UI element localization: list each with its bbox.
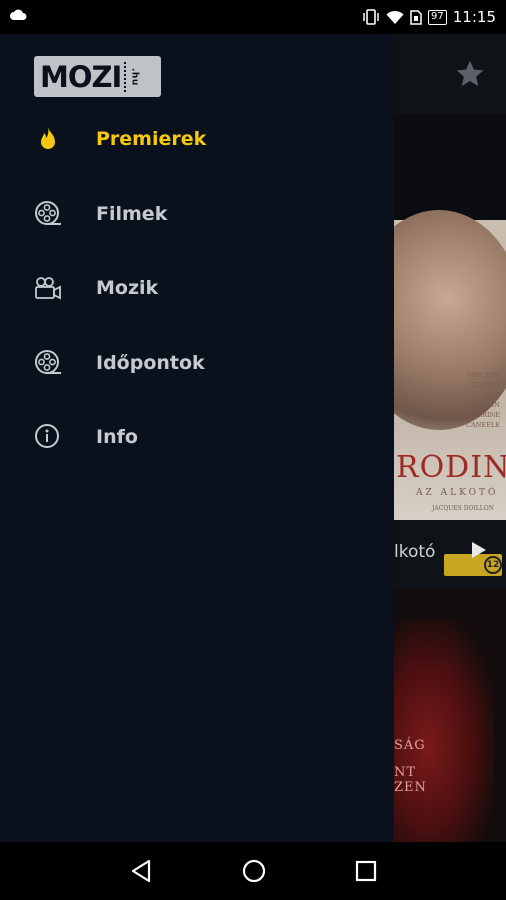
movie-title-bar[interactable]: lkotó 12 — [394, 520, 506, 590]
system-navigation-bar — [0, 842, 506, 900]
poster-title: RODIN — [396, 450, 506, 485]
menu-item-mozik[interactable]: Mozik — [0, 251, 394, 326]
status-bar: 97 11:15 — [0, 0, 506, 34]
menu-item-idopontok[interactable]: Időpontok — [0, 326, 394, 401]
poster-director: JACQUES DOILLON — [432, 505, 494, 512]
movie-poster-2[interactable]: SÁG NT ZEN — [394, 590, 506, 842]
poster2-text-1: SÁG — [394, 738, 426, 753]
play-icon[interactable] — [468, 540, 488, 560]
app-bar — [394, 34, 506, 114]
age-rating-badge: 12 — [484, 556, 502, 574]
poster2-text-2: NT ZEN — [394, 765, 427, 795]
menu-item-label: Időpontok — [96, 351, 205, 374]
star-icon[interactable] — [454, 58, 486, 90]
vibrate-icon — [363, 9, 379, 25]
cloud-icon — [10, 9, 27, 20]
home-icon[interactable] — [240, 857, 268, 885]
logo-suffix: .hu — [129, 67, 140, 86]
film-reel-icon — [34, 200, 62, 228]
background-content: VINCENT LINDON IZIA HIGELIN SÉVERINE CAN… — [394, 34, 506, 842]
sim-icon — [410, 9, 422, 25]
drawer-menu: Premierek Filmek Mozik Időpontok Info — [0, 102, 394, 475]
logo-text: MOZI — [40, 59, 122, 94]
menu-item-label: Filmek — [96, 202, 168, 225]
navigation-drawer: MOZI .hu Premierek Filmek Mozik Időponto… — [0, 34, 394, 842]
flame-icon — [34, 125, 62, 153]
poster-credits: VINCENT LINDON IZIA HIGELIN SÉVERINE CAN… — [463, 371, 500, 429]
menu-item-filmek[interactable]: Filmek — [0, 177, 394, 252]
back-icon[interactable] — [127, 857, 155, 885]
poster-image-2 — [394, 620, 494, 842]
app-logo: MOZI .hu — [34, 56, 161, 97]
menu-item-info[interactable]: Info — [0, 400, 394, 475]
video-camera-icon — [34, 274, 62, 302]
header-strip — [394, 114, 506, 220]
wifi-icon — [386, 10, 404, 24]
menu-item-label: Mozik — [96, 277, 159, 300]
info-icon — [34, 423, 62, 451]
status-icons: 97 11:15 — [362, 6, 496, 28]
menu-item-label: Info — [96, 426, 138, 449]
poster-subtitle: AZ ALKOTÓ — [416, 488, 499, 498]
clock: 11:15 — [452, 8, 496, 26]
movie-title: lkotó — [394, 542, 436, 562]
battery-indicator: 97 — [428, 9, 447, 25]
menu-item-premierek[interactable]: Premierek — [0, 102, 394, 177]
film-reel-icon — [34, 349, 62, 377]
menu-item-label: Premierek — [96, 128, 207, 151]
recents-icon[interactable] — [352, 857, 380, 885]
movie-poster[interactable]: VINCENT LINDON IZIA HIGELIN SÉVERINE CAN… — [394, 210, 506, 520]
